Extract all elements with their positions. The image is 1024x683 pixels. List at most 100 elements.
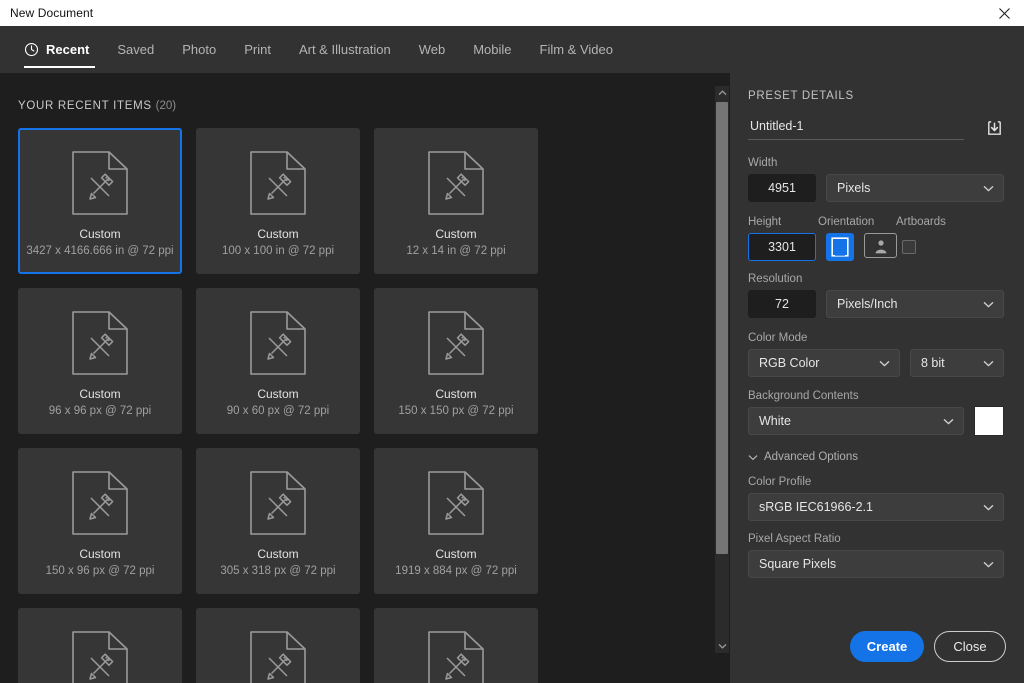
window-title: New Document — [10, 6, 93, 20]
scroll-down-button[interactable] — [715, 639, 729, 653]
recent-item-card[interactable]: Custom12 x 14 in @ 72 ppi — [374, 128, 538, 274]
recent-item-title: Custom — [257, 547, 298, 561]
tab-recent[interactable]: Recent — [18, 26, 103, 73]
landscape-icon — [869, 237, 893, 254]
tab-print-label: Print — [244, 42, 271, 57]
recent-item-subtitle: 90 x 60 px @ 72 ppi — [227, 405, 329, 417]
close-window-button[interactable] — [984, 0, 1024, 26]
width-unit-select[interactable]: Pixels — [826, 174, 1004, 202]
recent-item-thumbnail — [427, 150, 485, 221]
chevron-down-icon — [983, 185, 1003, 192]
recent-item-title: Custom — [257, 387, 298, 401]
recent-item-card[interactable]: Custom305 x 318 px @ 72 ppi — [196, 448, 360, 594]
recent-item-card[interactable]: Custom3427 x 4166.666 in @ 72 ppi — [18, 128, 182, 274]
save-preset-icon — [985, 119, 1004, 138]
recent-item-subtitle: 100 x 100 in @ 72 ppi — [222, 245, 334, 257]
recent-item-subtitle: 150 x 150 px @ 72 ppi — [398, 405, 513, 417]
background-contents-select[interactable]: White — [748, 407, 964, 435]
recent-item-card[interactable]: Custom 96 x 96 px @ 72 ppi — [18, 288, 182, 434]
document-preset-icon — [427, 630, 485, 683]
recent-item-thumbnail — [427, 310, 485, 381]
pixel-aspect-ratio-label: Pixel Aspect Ratio — [748, 533, 841, 545]
preset-details-panel: PRESET DETAILS Width Pixels Height Orien… — [730, 73, 1024, 683]
orientation-landscape-button[interactable] — [864, 233, 897, 258]
recent-items-count: (20) — [156, 100, 176, 112]
scroll-up-button[interactable] — [715, 86, 729, 100]
document-name-input[interactable] — [748, 116, 964, 140]
close-button[interactable]: Close — [934, 631, 1006, 662]
recent-item-subtitle: 150 x 96 px @ 72 ppi — [46, 565, 155, 577]
clock-icon — [24, 42, 39, 57]
document-preset-icon — [71, 470, 129, 536]
tab-mobile-label: Mobile — [473, 42, 511, 57]
recent-item-title: Custom — [435, 387, 476, 401]
document-preset-icon — [249, 630, 307, 683]
document-preset-icon — [427, 470, 485, 536]
recent-item-subtitle: 96 x 96 px @ 72 ppi — [49, 405, 151, 417]
recent-item-card[interactable]: Custom 100 x 100 in @ 72 ppi — [196, 128, 360, 274]
pixel-aspect-ratio-select[interactable]: Square Pixels — [748, 550, 1004, 578]
tab-photo[interactable]: Photo — [168, 26, 230, 73]
recent-item-title: Custom — [79, 227, 120, 241]
recent-item-card[interactable]: Custom1919 x 884 px @ 72 ppi — [374, 448, 538, 594]
scrollbar-thumb[interactable] — [716, 102, 728, 554]
document-preset-icon — [71, 630, 129, 683]
recent-item-subtitle: 12 x 14 in @ 72 ppi — [406, 245, 505, 257]
orientation-portrait-button[interactable] — [826, 233, 854, 261]
tab-web-label: Web — [419, 42, 446, 57]
recent-items-scrollbar[interactable] — [715, 86, 729, 653]
color-profile-select[interactable]: sRGB IEC61966-2.1 — [748, 493, 1004, 521]
width-input[interactable] — [748, 174, 816, 202]
orientation-label: Orientation — [818, 216, 874, 228]
save-preset-button[interactable] — [982, 117, 1006, 139]
recent-item-card[interactable]: Custom540 x 960 px @ 240 ppi — [374, 608, 538, 683]
window-titlebar: New Document — [0, 0, 1024, 26]
color-mode-value: RGB Color — [749, 356, 879, 370]
recent-item-card[interactable]: Custom 90 x 60 px @ 72 ppi — [196, 288, 360, 434]
bit-depth-value: 8 bit — [911, 356, 983, 370]
recent-item-thumbnail — [71, 630, 129, 683]
color-profile-value: sRGB IEC61966-2.1 — [749, 500, 983, 514]
tab-art-and-illustration[interactable]: Art & Illustration — [285, 26, 405, 73]
color-mode-select[interactable]: RGB Color — [748, 349, 900, 377]
document-preset-icon — [249, 150, 307, 216]
artboards-checkbox[interactable] — [902, 240, 916, 254]
recent-item-thumbnail — [249, 630, 307, 683]
height-label: Height — [748, 216, 781, 228]
close-icon — [998, 7, 1011, 20]
recent-item-thumbnail — [427, 470, 485, 541]
recent-items-heading: YOUR RECENT ITEMS (20) — [18, 100, 176, 112]
recent-item-thumbnail — [249, 150, 307, 221]
artboards-label: Artboards — [896, 216, 946, 228]
pixel-aspect-ratio-value: Square Pixels — [749, 557, 983, 571]
tab-film-and-video[interactable]: Film & Video — [526, 26, 627, 73]
height-input[interactable] — [748, 233, 816, 261]
recent-item-title: Custom — [79, 387, 120, 401]
recent-item-title: Custom — [257, 227, 298, 241]
resolution-unit-select[interactable]: Pixels/Inch — [826, 290, 1004, 318]
width-unit-value: Pixels — [827, 181, 983, 195]
advanced-options-toggle[interactable]: Advanced Options — [748, 451, 858, 463]
tab-web[interactable]: Web — [405, 26, 460, 73]
recent-item-subtitle: 1919 x 884 px @ 72 ppi — [395, 565, 517, 577]
chevron-down-icon — [983, 561, 1003, 568]
recent-item-card[interactable]: Custom150 x 96 px @ 72 ppi — [18, 448, 182, 594]
tab-print[interactable]: Print — [230, 26, 285, 73]
recent-item-card[interactable]: Custom 150 x 150 px @ 72 ppi — [374, 288, 538, 434]
chevron-down-icon — [983, 301, 1003, 308]
document-preset-icon — [71, 150, 129, 216]
document-preset-icon — [427, 150, 485, 216]
advanced-options-label: Advanced Options — [764, 451, 858, 463]
color-mode-label: Color Mode — [748, 332, 807, 344]
tab-mobile[interactable]: Mobile — [459, 26, 525, 73]
recent-item-thumbnail — [249, 470, 307, 541]
recent-item-thumbnail — [71, 150, 129, 221]
create-button[interactable]: Create — [850, 631, 924, 662]
background-color-swatch[interactable] — [974, 406, 1004, 436]
recent-item-card[interactable]: Custom352 x 430 px @ 72 ppi — [196, 608, 360, 683]
recent-item-thumbnail — [249, 310, 307, 381]
bit-depth-select[interactable]: 8 bit — [910, 349, 1004, 377]
resolution-input[interactable] — [748, 290, 816, 318]
tab-saved[interactable]: Saved — [103, 26, 168, 73]
recent-item-card[interactable]: Custom440 x 662 px @ 72 ppi — [18, 608, 182, 683]
